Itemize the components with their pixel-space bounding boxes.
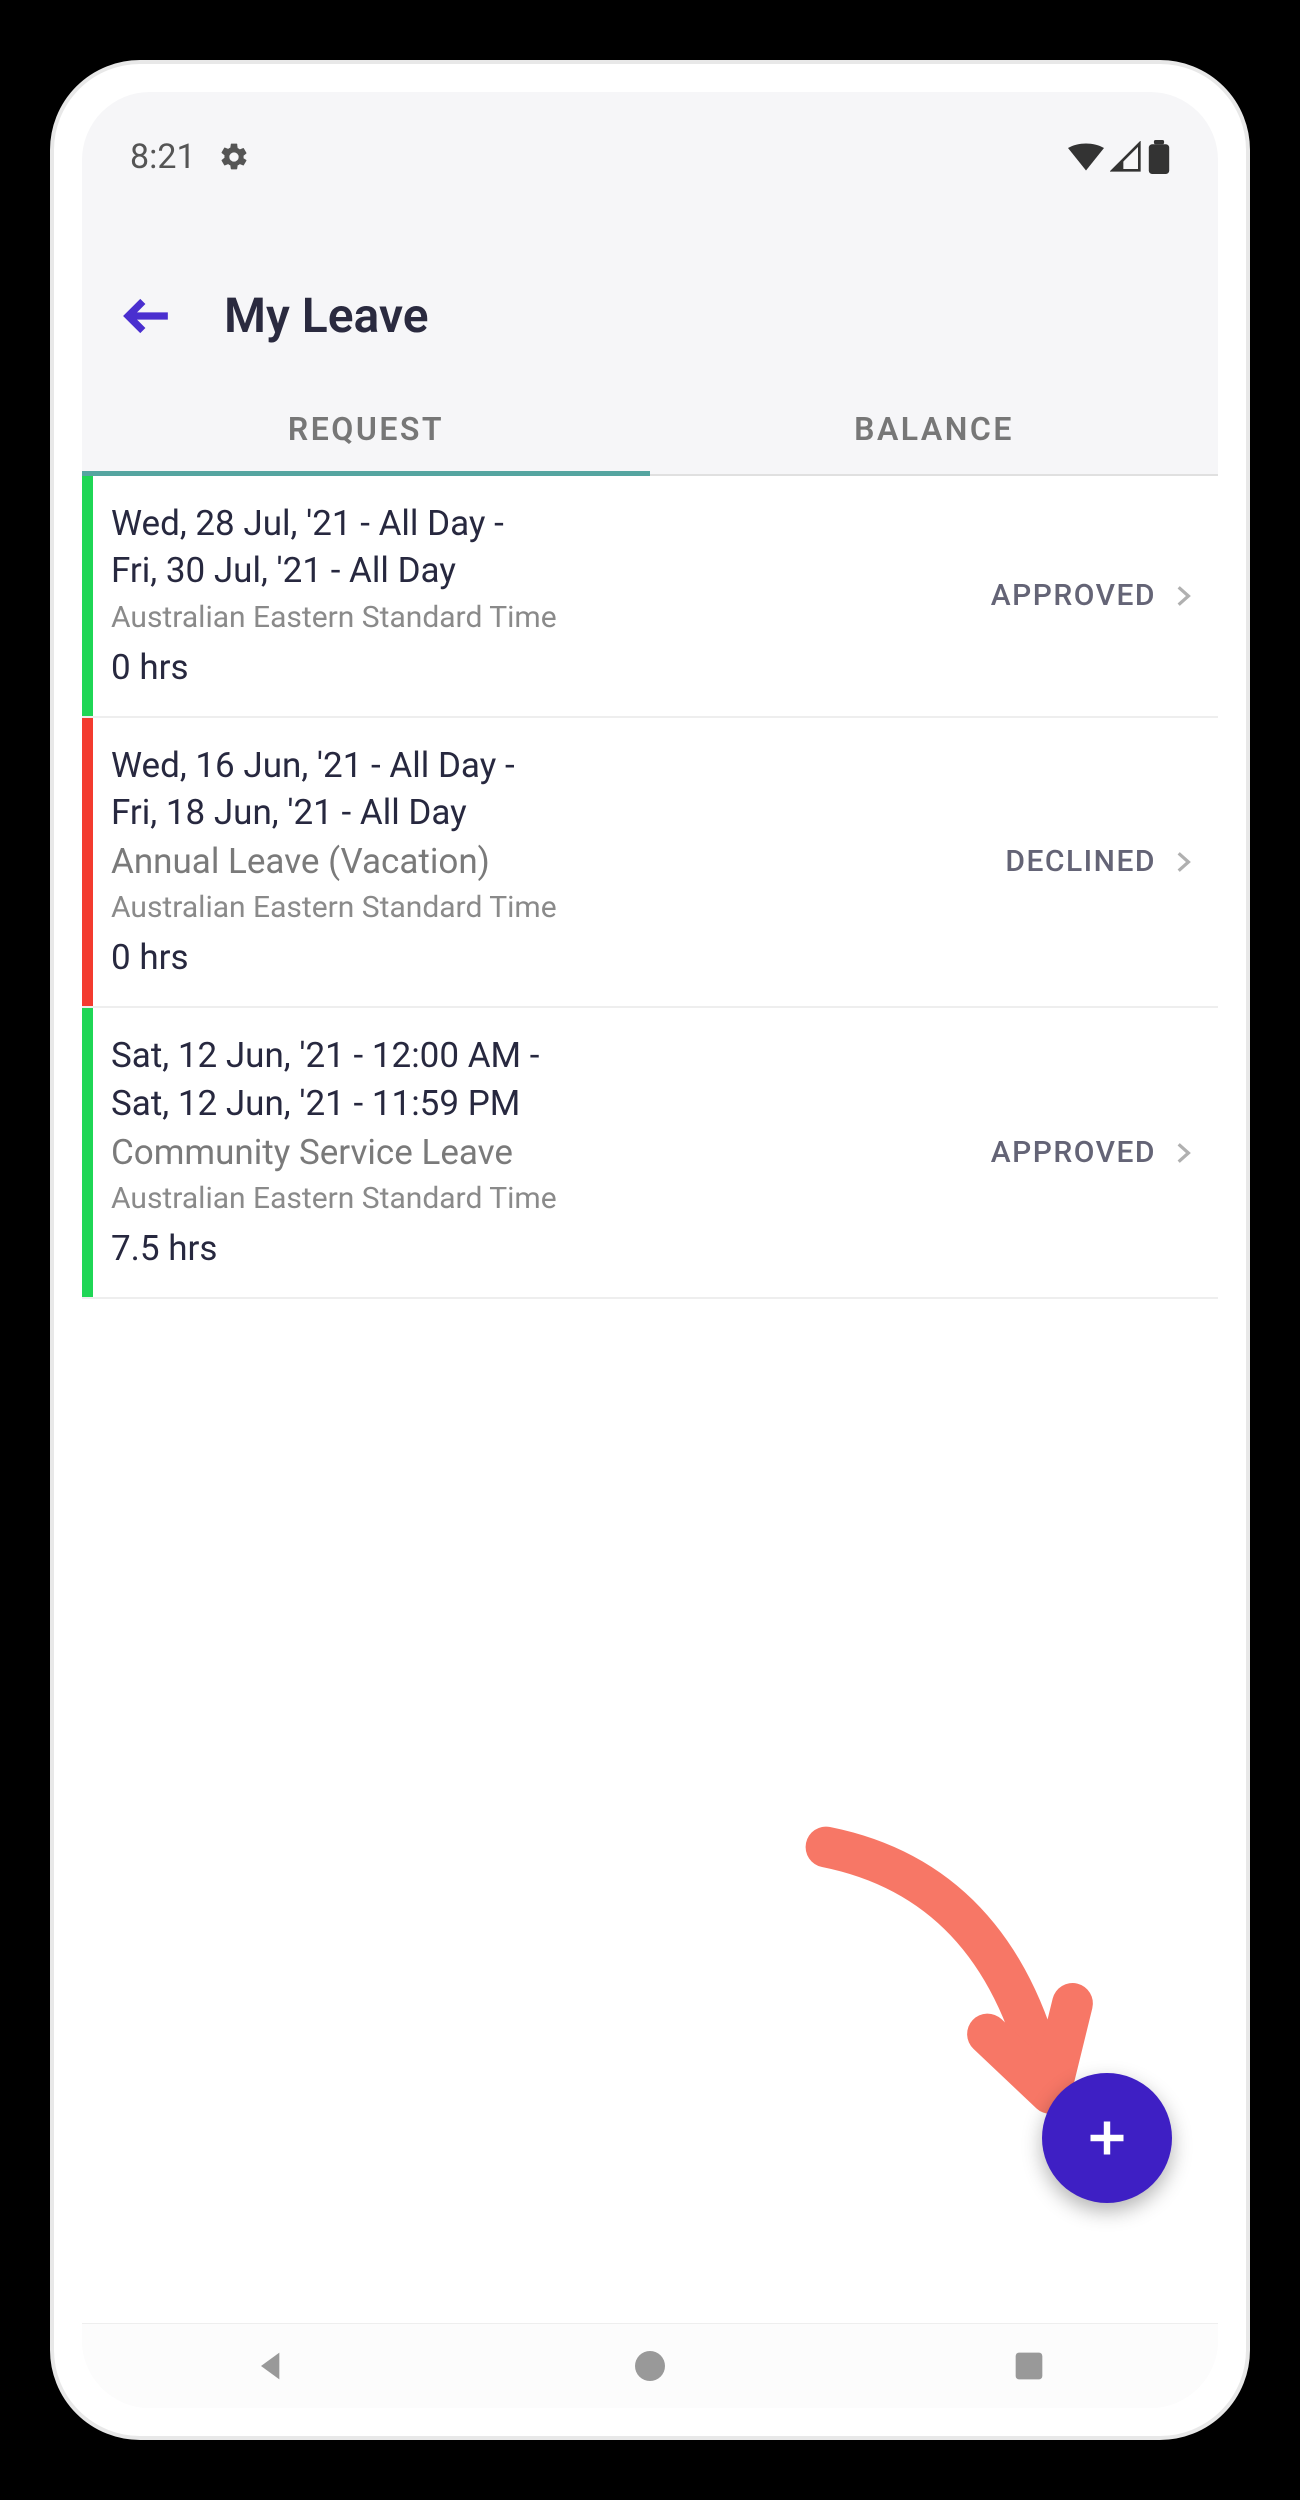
item-content: Sat, 12 Jun, '21 - 12:00 AM -Sat, 12 Jun… (93, 1008, 991, 1297)
item-content: Wed, 16 Jun, '21 - All Day -Fri, 18 Jun,… (93, 718, 1005, 1007)
hours: 7.5 hrs (111, 1224, 971, 1273)
gear-icon (218, 141, 250, 173)
status-badge: APPROVED (991, 1135, 1156, 1170)
timezone: Australian Eastern Standard Time (111, 1178, 971, 1220)
leave-request-item[interactable]: Wed, 16 Jun, '21 - All Day -Fri, 18 Jun,… (82, 718, 1218, 1009)
android-nav-bar (82, 2323, 1218, 2408)
back-button[interactable] (122, 291, 172, 341)
page-title: My Leave (224, 287, 429, 344)
item-content: Wed, 28 Jul, '21 - All Day -Fri, 30 Jul,… (93, 476, 991, 716)
plus-icon (1085, 2116, 1129, 2160)
status-bar-left: 8:21 (130, 137, 250, 177)
status-color-bar (82, 476, 93, 716)
leave-request-item[interactable]: Wed, 28 Jul, '21 - All Day -Fri, 30 Jul,… (82, 476, 1218, 718)
status-color-bar (82, 1008, 93, 1297)
status-time: 8:21 (130, 137, 196, 177)
nav-home-icon[interactable] (630, 2346, 670, 2386)
timezone: Australian Eastern Standard Time (111, 597, 971, 639)
item-right: APPROVED (991, 476, 1218, 716)
app-header: My Leave (82, 187, 1218, 384)
status-bar: 8:21 (82, 92, 1218, 187)
item-right: DECLINED (1005, 718, 1218, 1007)
item-right: APPROVED (991, 1008, 1218, 1297)
leave-type: Community Service Leave (111, 1129, 971, 1176)
status-color-bar (82, 718, 93, 1007)
arrow-left-icon (122, 291, 172, 341)
hours: 0 hrs (111, 933, 985, 982)
status-bar-right (1068, 140, 1170, 174)
timezone: Australian Eastern Standard Time (111, 887, 985, 929)
wifi-icon (1068, 142, 1104, 172)
chevron-right-icon (1170, 583, 1196, 609)
phone-screen: 8:21 My Leave REQUEST BALANCE Wed, 28 (82, 92, 1218, 2408)
date-range: Wed, 28 Jul, '21 - All Day -Fri, 30 Jul,… (111, 500, 971, 595)
leave-type: Annual Leave (Vacation) (111, 838, 985, 885)
nav-back-icon[interactable] (251, 2346, 291, 2386)
tab-balance[interactable]: BALANCE (650, 384, 1218, 474)
chevron-right-icon (1170, 1140, 1196, 1166)
request-list: Wed, 28 Jul, '21 - All Day -Fri, 30 Jul,… (82, 476, 1218, 2323)
phone-frame: 8:21 My Leave REQUEST BALANCE Wed, 28 (50, 60, 1250, 2440)
date-range: Sat, 12 Jun, '21 - 12:00 AM -Sat, 12 Jun… (111, 1032, 971, 1127)
nav-recent-icon[interactable] (1009, 2346, 1049, 2386)
cell-signal-icon (1110, 141, 1142, 173)
tab-request[interactable]: REQUEST (82, 384, 650, 474)
tabs: REQUEST BALANCE (82, 384, 1218, 476)
battery-icon (1148, 140, 1170, 174)
chevron-right-icon (1170, 849, 1196, 875)
hours: 0 hrs (111, 643, 971, 692)
add-leave-button[interactable] (1042, 2073, 1172, 2203)
date-range: Wed, 16 Jun, '21 - All Day -Fri, 18 Jun,… (111, 742, 985, 837)
status-badge: DECLINED (1005, 844, 1156, 879)
leave-request-item[interactable]: Sat, 12 Jun, '21 - 12:00 AM -Sat, 12 Jun… (82, 1008, 1218, 1299)
status-badge: APPROVED (991, 578, 1156, 613)
annotation-arrow (758, 1813, 1098, 2153)
